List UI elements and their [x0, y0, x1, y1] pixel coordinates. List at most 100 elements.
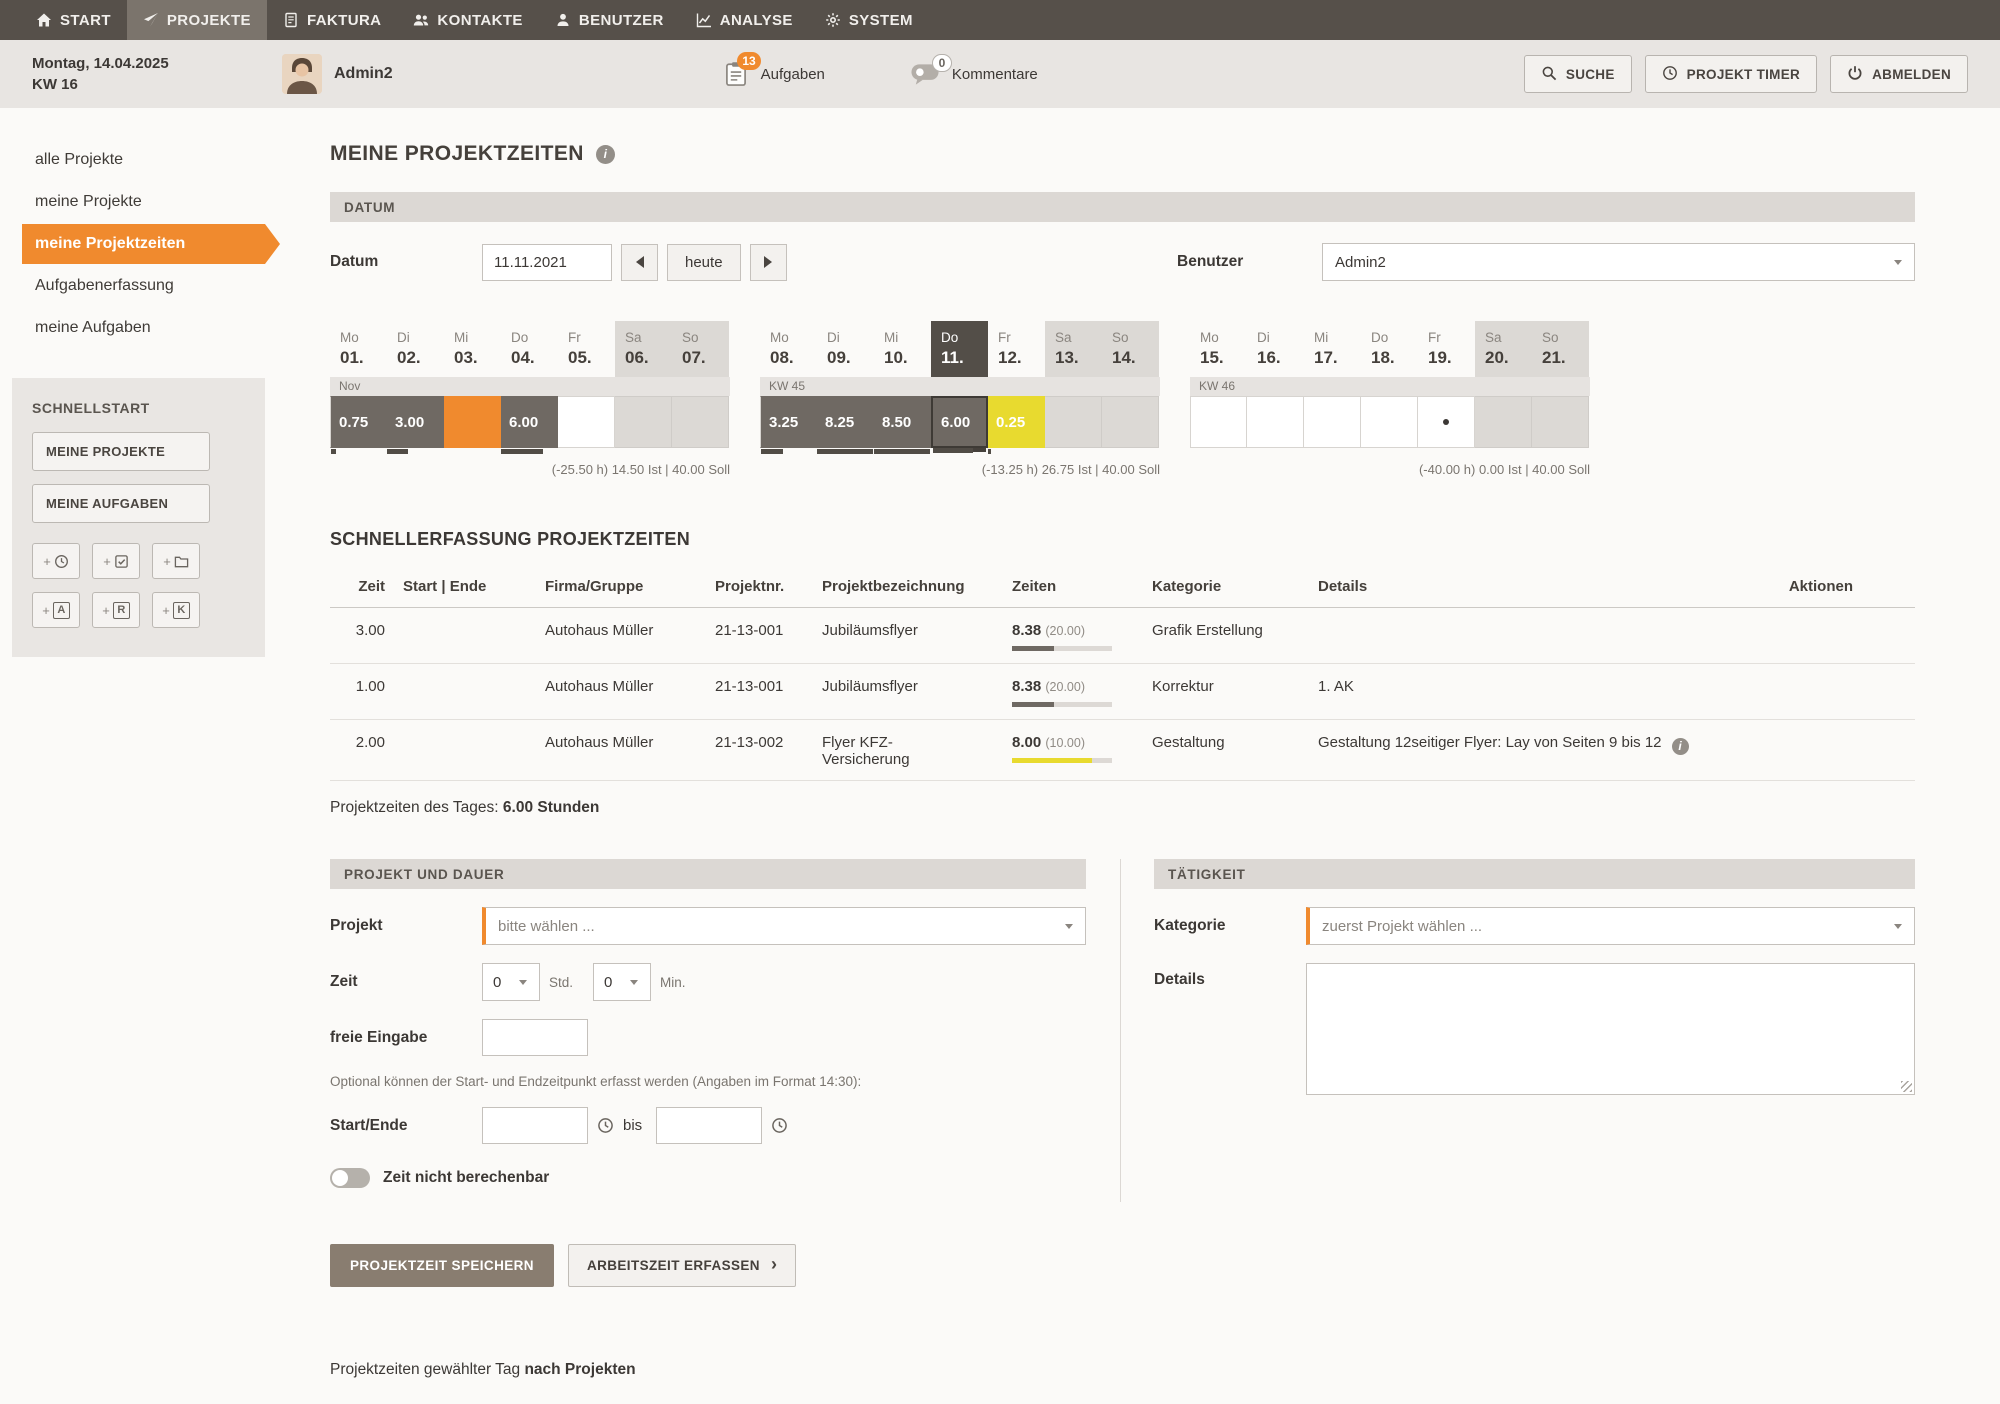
logout-button[interactable]: ABMELDEN — [1830, 55, 1968, 93]
start-time-input[interactable] — [482, 1107, 588, 1144]
user-select[interactable]: Admin2 — [1322, 243, 1915, 281]
calendar-day-value[interactable]: 6.00 — [931, 396, 988, 448]
calendar-day-so-14[interactable]: So14. — [1102, 321, 1159, 377]
sidebar-item-alle-projekte[interactable]: alle Projekte — [22, 140, 265, 180]
calendar-day-mi-03[interactable]: Mi03. — [444, 321, 501, 377]
calendar-day-mi-17[interactable]: Mi17. — [1304, 321, 1361, 377]
calendar-day-value[interactable]: 0.25 — [988, 396, 1045, 448]
nav-item-start[interactable]: START — [20, 0, 127, 40]
calendar-day-so-21[interactable]: So21. — [1532, 321, 1589, 377]
end-time-input[interactable] — [656, 1107, 762, 1144]
zeit-nicht-berechenbar-toggle[interactable] — [330, 1168, 370, 1188]
calendar-day-di-16[interactable]: Di16. — [1247, 321, 1304, 377]
day-name: Sa — [1055, 330, 1102, 345]
nav-item-benutzer[interactable]: BENUTZER — [539, 0, 680, 40]
calendar-day-di-09[interactable]: Di09. — [817, 321, 874, 377]
add-project-button[interactable]: + — [152, 543, 200, 579]
add-r-button[interactable]: +R — [92, 592, 140, 628]
calendar-week: Mo01.Di02.Mi03.Do04.Fr05.Sa06.So07.Nov0.… — [330, 321, 730, 477]
nav-item-analyse[interactable]: ANALYSE — [680, 0, 809, 40]
sidebar-item-meine-projekte[interactable]: meine Projekte — [22, 182, 265, 222]
comments-indicator[interactable]: 0 Kommentare — [910, 63, 1038, 86]
calendar-day-value[interactable] — [1247, 396, 1304, 448]
week-summary: (-40.00 h) 0.00 Ist | 40.00 Soll — [1190, 462, 1590, 477]
kategorie-select[interactable]: zuerst Projekt wählen ... — [1306, 907, 1915, 945]
minutes-select[interactable]: 0 — [593, 963, 651, 1001]
calendar-day-fr-12[interactable]: Fr12. — [988, 321, 1045, 377]
calendar-day-so-07[interactable]: So07. — [672, 321, 729, 377]
resize-grip-icon[interactable] — [1901, 1081, 1912, 1092]
add-time-button[interactable]: + — [32, 543, 80, 579]
calendar-day-value[interactable] — [558, 396, 615, 448]
calendar-day-value[interactable]: 3.25 — [760, 396, 817, 448]
arbeitszeit-erfassen-button[interactable]: ARBEITSZEIT ERFASSEN — [568, 1244, 796, 1287]
details-textarea[interactable] — [1306, 963, 1915, 1095]
freie-eingabe-input[interactable] — [482, 1019, 588, 1056]
calendar-day-fr-05[interactable]: Fr05. — [558, 321, 615, 377]
table-row[interactable]: 1.00Autohaus Müller21-13-001Jubiläumsfly… — [330, 664, 1915, 720]
calendar-day-do-04[interactable]: Do04. — [501, 321, 558, 377]
quickstart-my-projects-button[interactable]: MEINE PROJEKTE — [32, 432, 210, 471]
info-icon[interactable] — [1672, 738, 1689, 755]
table-row[interactable]: 2.00Autohaus Müller21-13-002Flyer KFZ-Ve… — [330, 720, 1915, 781]
nav-item-system[interactable]: SYSTEM — [809, 0, 929, 40]
today-button[interactable]: heute — [667, 244, 741, 281]
calendar-day-value[interactable] — [1475, 396, 1532, 448]
calendar-day-mo-01[interactable]: Mo01. — [330, 321, 387, 377]
nav-item-kontakte[interactable]: KONTAKTE — [397, 0, 538, 40]
projekt-select[interactable]: bitte wählen ... — [482, 907, 1086, 945]
calendar-day-di-02[interactable]: Di02. — [387, 321, 444, 377]
add-a-button[interactable]: +A — [32, 592, 80, 628]
calendar-day-value[interactable] — [444, 396, 501, 448]
calendar-day-value[interactable] — [615, 396, 672, 448]
calendar-day-value[interactable] — [1190, 396, 1247, 448]
nav-item-faktura[interactable]: FAKTURA — [267, 0, 397, 40]
sidebar-item-meine-aufgaben[interactable]: meine Aufgaben — [22, 308, 265, 348]
add-task-button[interactable]: + — [92, 543, 140, 579]
hours-select[interactable]: 0 — [482, 963, 540, 1001]
table-row[interactable]: 3.00Autohaus Müller21-13-001Jubiläumsfly… — [330, 608, 1915, 664]
calendar-day-value[interactable] — [1361, 396, 1418, 448]
calendar-day-sa-06[interactable]: Sa06. — [615, 321, 672, 377]
calendar-day-value[interactable] — [1045, 396, 1102, 448]
quickstart-my-tasks-button[interactable]: MEINE AUFGABEN — [32, 484, 210, 523]
sidebar-item-meine-projektzeiten[interactable]: meine Projektzeiten — [22, 224, 265, 264]
calendar-day-value[interactable]: 8.50 — [874, 396, 931, 448]
add-k-button[interactable]: +K — [152, 592, 200, 628]
calendar-day-value[interactable]: 8.25 — [817, 396, 874, 448]
project-timer-button[interactable]: PROJEKT TIMER — [1645, 55, 1817, 93]
calendar-day-sa-20[interactable]: Sa20. — [1475, 321, 1532, 377]
tasks-indicator[interactable]: 13 Aufgaben — [723, 61, 825, 87]
calendar-day-value[interactable]: 0.75 — [330, 396, 387, 448]
info-icon[interactable] — [596, 145, 615, 164]
calendar-day-mo-15[interactable]: Mo15. — [1190, 321, 1247, 377]
clock-icon[interactable] — [771, 1117, 788, 1134]
calendar-day-value[interactable] — [1102, 396, 1159, 448]
calendar-day-fr-19[interactable]: Fr19. — [1418, 321, 1475, 377]
user-chip[interactable]: Admin2 — [282, 54, 393, 94]
datum-panel-title: DATUM — [330, 192, 1915, 222]
sidebar-item-aufgabenerfassung[interactable]: Aufgabenerfassung — [22, 266, 265, 306]
calendar-day-do-11[interactable]: Do11. — [931, 321, 988, 377]
calendar-day-value[interactable] — [1532, 396, 1589, 448]
col-kategorie: Kategorie — [1142, 578, 1308, 595]
calendar-day-value[interactable] — [1304, 396, 1361, 448]
nav-item-projekte[interactable]: PROJEKTE — [127, 0, 267, 40]
calendar-day-do-18[interactable]: Do18. — [1361, 321, 1418, 377]
calendar-day-value[interactable] — [1418, 396, 1475, 448]
date-input[interactable] — [482, 244, 612, 281]
toggle-knob — [332, 1170, 348, 1186]
save-projektzeit-button[interactable]: PROJEKTZEIT SPEICHERN — [330, 1244, 554, 1287]
calendar-day-mi-10[interactable]: Mi10. — [874, 321, 931, 377]
calendar-day-mo-08[interactable]: Mo08. — [760, 321, 817, 377]
calendar-day-value[interactable]: 3.00 — [387, 396, 444, 448]
calendar-day-value[interactable]: 6.00 — [501, 396, 558, 448]
calendar-day-sa-13[interactable]: Sa13. — [1045, 321, 1102, 377]
week-tag: Nov — [330, 377, 730, 396]
day-number: 18. — [1371, 348, 1418, 368]
prev-day-button[interactable] — [621, 244, 658, 281]
calendar-day-value[interactable] — [672, 396, 729, 448]
search-button[interactable]: SUCHE — [1524, 55, 1632, 93]
clock-icon[interactable] — [597, 1117, 614, 1134]
next-day-button[interactable] — [750, 244, 787, 281]
